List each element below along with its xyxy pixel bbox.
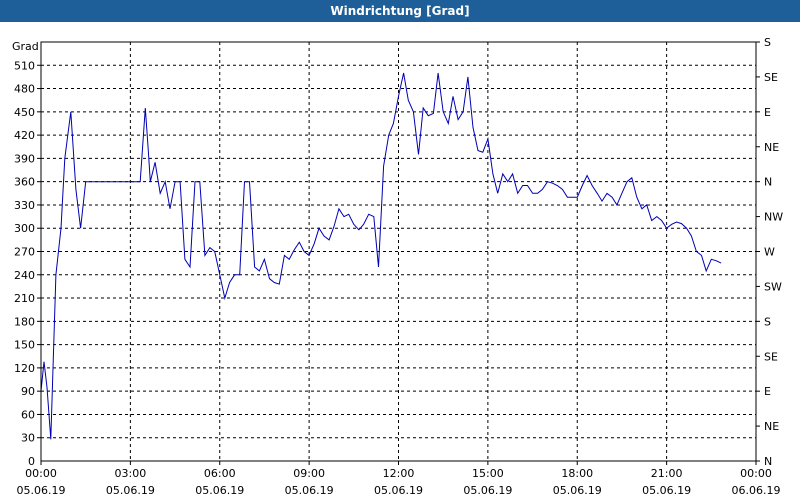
y-axis-unit-label: Grad [12, 40, 39, 53]
y-tick-label: 480 [14, 83, 35, 96]
grid-lines [41, 42, 756, 461]
compass-label: SE [764, 350, 778, 363]
x-tick-time: 18:00 [561, 467, 593, 480]
y-tick-label: 390 [14, 152, 35, 165]
x-tick-time: 15:00 [472, 467, 504, 480]
x-tick-time: 00:00 [740, 467, 772, 480]
compass-label: NE [764, 141, 779, 154]
compass-label: S [764, 36, 771, 49]
y-tick-label: 210 [14, 292, 35, 305]
x-tick-time: 21:00 [651, 467, 683, 480]
y-axis-ticks: 30 60 90 120 150 180 210 240 270 300 330 360 390 420 4… [14, 59, 41, 468]
x-tick-time: 00:00 [25, 467, 57, 480]
wind-direction-chart: Grad 30 60 90 120 150 180 210 240 270 300 330 360 39… [12, 36, 783, 497]
series-lines [40, 72, 722, 440]
y-tick-label: 150 [14, 339, 35, 352]
y-tick-label: 330 [14, 199, 35, 212]
x-tick-date: 05.06.19 [106, 484, 155, 497]
y-tick-label: 60 [21, 408, 35, 421]
y-tick-label: 300 [14, 222, 35, 235]
compass-label: SW [764, 280, 782, 293]
y-tick-label: 270 [14, 246, 35, 259]
x-tick-date: 05.06.19 [195, 484, 244, 497]
compass-label: W [764, 246, 775, 259]
x-tick-date: 05.06.19 [642, 484, 691, 497]
y-tick-label: 420 [14, 129, 35, 142]
x-tick-date: 05.06.19 [553, 484, 602, 497]
compass-label: N [764, 176, 772, 189]
y-tick-label: 120 [14, 362, 35, 375]
x-tick-date: 05.06.19 [463, 484, 512, 497]
y-tick-label: 240 [14, 269, 35, 282]
compass-label: NW [764, 211, 783, 224]
y-tick-label: 450 [14, 106, 35, 119]
x-tick-date: 05.06.19 [17, 484, 66, 497]
y-tick-label: 30 [21, 432, 35, 445]
compass-label: E [764, 106, 771, 119]
x-tick-date: 05.06.19 [374, 484, 423, 497]
y-tick-label: 360 [14, 176, 35, 189]
x-tick-date: 05.06.19 [285, 484, 334, 497]
x-tick-time: 12:00 [383, 467, 415, 480]
right-axis-compass-labels: SSEENENNWWSWSSEENEN [756, 36, 783, 468]
compass-label: SE [764, 71, 778, 84]
series-line [40, 72, 722, 440]
x-tick-time: 09:00 [293, 467, 325, 480]
y-tick-label: 180 [14, 315, 35, 328]
x-axis-ticks: 00:00 05.06.19 03:00 05.06.19 06:00 05.06.19 0… [17, 461, 781, 497]
x-tick-time: 06:00 [204, 467, 236, 480]
x-tick-date: 06.06.19 [732, 484, 781, 497]
x-tick-time: 03:00 [115, 467, 147, 480]
y-tick-label: 510 [14, 59, 35, 72]
y-tick-label: 90 [21, 385, 35, 398]
compass-label: NE [764, 420, 779, 433]
compass-label: E [764, 385, 771, 398]
compass-label: S [764, 315, 771, 328]
